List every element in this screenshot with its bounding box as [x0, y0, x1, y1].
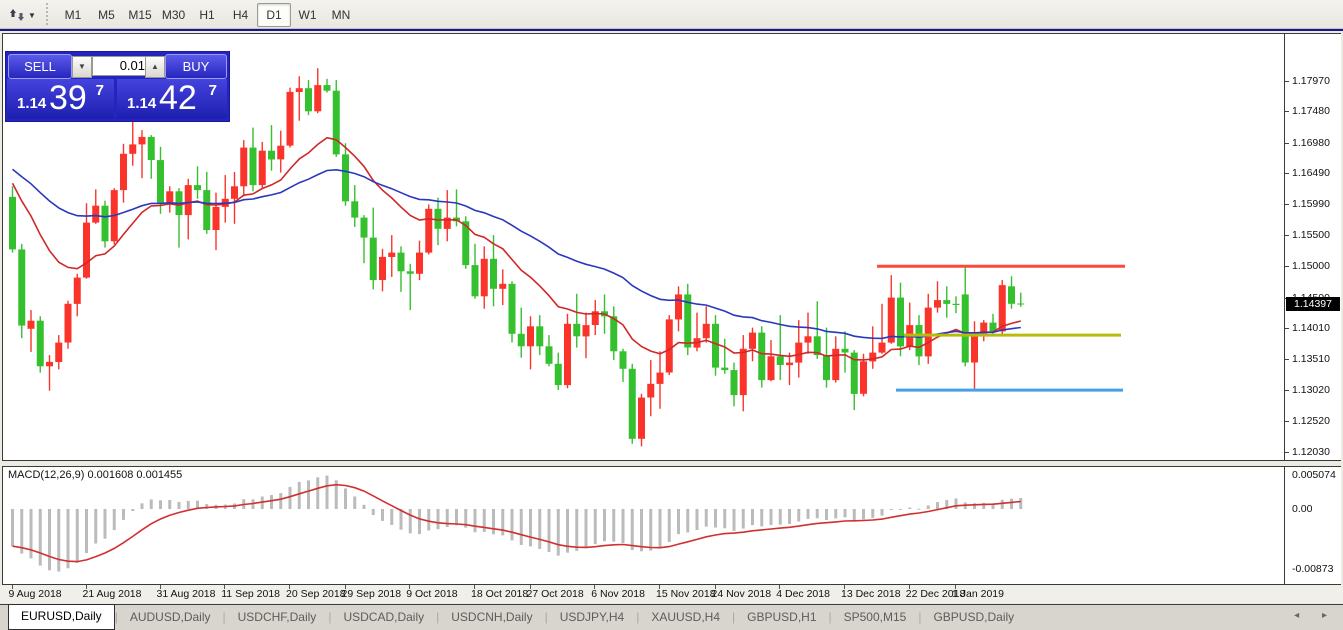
toolbar-grip[interactable]: [46, 3, 53, 25]
timeframe-button-mn[interactable]: MN: [324, 3, 358, 27]
time-axis-label: 4 Dec 2018: [776, 588, 830, 600]
price-axis-tick: [1285, 143, 1289, 144]
timeframe-button-w1[interactable]: W1: [291, 3, 325, 27]
one-click-trade-panel: SELL ▼ 0.01 ▲ BUY 1.14 39 7 1.14 42 7: [5, 51, 230, 122]
price-axis-tick: [1285, 204, 1289, 205]
sell-price-big: 39: [49, 79, 87, 118]
price-axis-tick: [1285, 81, 1289, 82]
chart-tab-usdjpy-h4[interactable]: USDJPY,H4: [548, 605, 636, 629]
time-axis-label: 18 Oct 2018: [471, 588, 528, 600]
price-axis-tick: [1285, 111, 1289, 112]
price-axis-label: 1.12520: [1292, 415, 1330, 427]
buy-price-small: 1.14: [127, 95, 156, 112]
time-axis-label: 31 Aug 2018: [157, 588, 216, 600]
time-axis-label: 9 Aug 2018: [9, 588, 62, 600]
volume-input[interactable]: 0.01: [92, 56, 152, 76]
buy-price-sup: 7: [209, 82, 217, 99]
time-axis-label: 21 Aug 2018: [83, 588, 142, 600]
chart-tab-sp500-m15[interactable]: SP500,M15: [832, 605, 919, 629]
current-price-tag: 1.14397: [1286, 297, 1340, 311]
price-axis-tick: [1285, 328, 1289, 329]
chart-tab-audusd-daily[interactable]: AUDUSD,Daily: [118, 605, 223, 629]
buy-price-big: 42: [159, 79, 197, 118]
candle-arrows-icon: [9, 8, 25, 22]
time-axis-label: 15 Nov 2018: [656, 588, 716, 600]
price-axis-label: 1.15990: [1292, 198, 1330, 210]
price-axis-tick: [1285, 359, 1289, 360]
chart-tab-eurusd-daily[interactable]: EURUSD,Daily: [8, 604, 115, 630]
chart-tab-gbpusd-daily[interactable]: GBPUSD,Daily: [921, 605, 1026, 629]
price-axis-tick: [1285, 235, 1289, 236]
price-axis-tick: [1285, 173, 1289, 174]
price-axis-tick: [1285, 266, 1289, 267]
price-axis-label: 1.17970: [1292, 75, 1330, 87]
chart-objects-icon[interactable]: ▼: [6, 3, 46, 27]
sell-button[interactable]: SELL: [8, 54, 72, 79]
chart-window: ▲EURUSD,Daily 1.14405 1.14579 1.14352 1.…: [0, 29, 1343, 629]
price-axis-label: 1.14010: [1292, 322, 1330, 334]
macd-axis-label: 0.00: [1292, 503, 1312, 515]
time-axis-label: 24 Nov 2018: [712, 588, 772, 600]
time-axis-label: 9 Oct 2018: [406, 588, 457, 600]
chart-tab-usdcnh-daily[interactable]: USDCNH,Daily: [439, 605, 544, 629]
timeframe-button-h1[interactable]: H1: [190, 3, 224, 27]
time-axis-label: 1 Jan 2019: [952, 588, 1004, 600]
tab-scroll-arrows[interactable]: ◂ ▸: [1294, 610, 1337, 621]
timeframe-button-m15[interactable]: M15: [123, 3, 157, 27]
time-axis-label: 11 Sep 2018: [221, 588, 280, 600]
price-axis-label: 1.16490: [1292, 167, 1330, 179]
price-axis-label: 1.13510: [1292, 353, 1330, 365]
price-axis-label: 1.16980: [1292, 137, 1330, 149]
macd-indicator-label: MACD(12,26,9) 0.001608 0.001455: [8, 469, 182, 481]
sell-price-sup: 7: [96, 82, 104, 99]
chart-tab-gbpusd-h1[interactable]: GBPUSD,H1: [735, 605, 828, 629]
price-axis-label: 1.15000: [1292, 260, 1330, 272]
buy-price-tile[interactable]: 1.14 42 7: [117, 79, 227, 119]
buy-button[interactable]: BUY: [165, 54, 227, 79]
sell-price-small: 1.14: [17, 95, 46, 112]
macd-axis-label: -0.00873: [1292, 563, 1333, 575]
timeframe-button-h4[interactable]: H4: [224, 3, 258, 27]
timeframe-button-m1[interactable]: M1: [56, 3, 90, 27]
macd-pane: [2, 466, 1285, 585]
volume-decrease-button[interactable]: ▼: [72, 56, 92, 78]
price-axis: 1.17970 1.17480 1.16980 1.16490 1.15990 1.155…: [1285, 33, 1341, 461]
time-axis-label: 6 Nov 2018: [591, 588, 645, 600]
price-axis-tick: [1285, 390, 1289, 391]
macd-axis: 0.005074 0.00 -0.00873: [1285, 466, 1341, 585]
timeframe-button-d1[interactable]: D1: [257, 3, 291, 27]
volume-increase-button[interactable]: ▲: [145, 56, 165, 78]
time-axis-label: 20 Sep 2018: [286, 588, 346, 600]
price-axis-label: 1.13020: [1292, 384, 1330, 396]
macd-chart: [3, 467, 1284, 584]
time-axis: 9 Aug 2018 21 Aug 2018 31 Aug 2018 11 Sep 2…: [0, 585, 1343, 603]
price-axis-label: 1.15500: [1292, 229, 1330, 241]
time-axis-label: 13 Dec 2018: [841, 588, 901, 600]
chevron-down-icon[interactable]: ▼: [28, 11, 36, 20]
sell-price-tile[interactable]: 1.14 39 7: [7, 79, 114, 119]
macd-axis-label: 0.005074: [1292, 469, 1336, 481]
time-axis-label: 27 Oct 2018: [527, 588, 584, 600]
top-toolbar: ▼ M1M5M15M30H1H4D1W1MN: [0, 0, 1343, 29]
price-axis-label: 1.17480: [1292, 105, 1330, 117]
chart-tab-usdchf-daily[interactable]: USDCHF,Daily: [226, 605, 329, 629]
price-axis-tick: [1285, 452, 1289, 453]
chart-tab-bar: ◂ ▸ EURUSD,Daily|AUDUSD,Daily|USDCHF,Dai…: [0, 604, 1343, 630]
timeframe-button-m30[interactable]: M30: [157, 3, 191, 27]
timeframe-button-m5[interactable]: M5: [90, 3, 124, 27]
chart-tab-usdcad-daily[interactable]: USDCAD,Daily: [331, 605, 436, 629]
time-axis-label: 29 Sep 2018: [342, 588, 402, 600]
price-axis-label: 1.12030: [1292, 446, 1330, 458]
price-axis-tick: [1285, 421, 1289, 422]
chart-tab-xauusd-h4[interactable]: XAUUSD,H4: [639, 605, 732, 629]
